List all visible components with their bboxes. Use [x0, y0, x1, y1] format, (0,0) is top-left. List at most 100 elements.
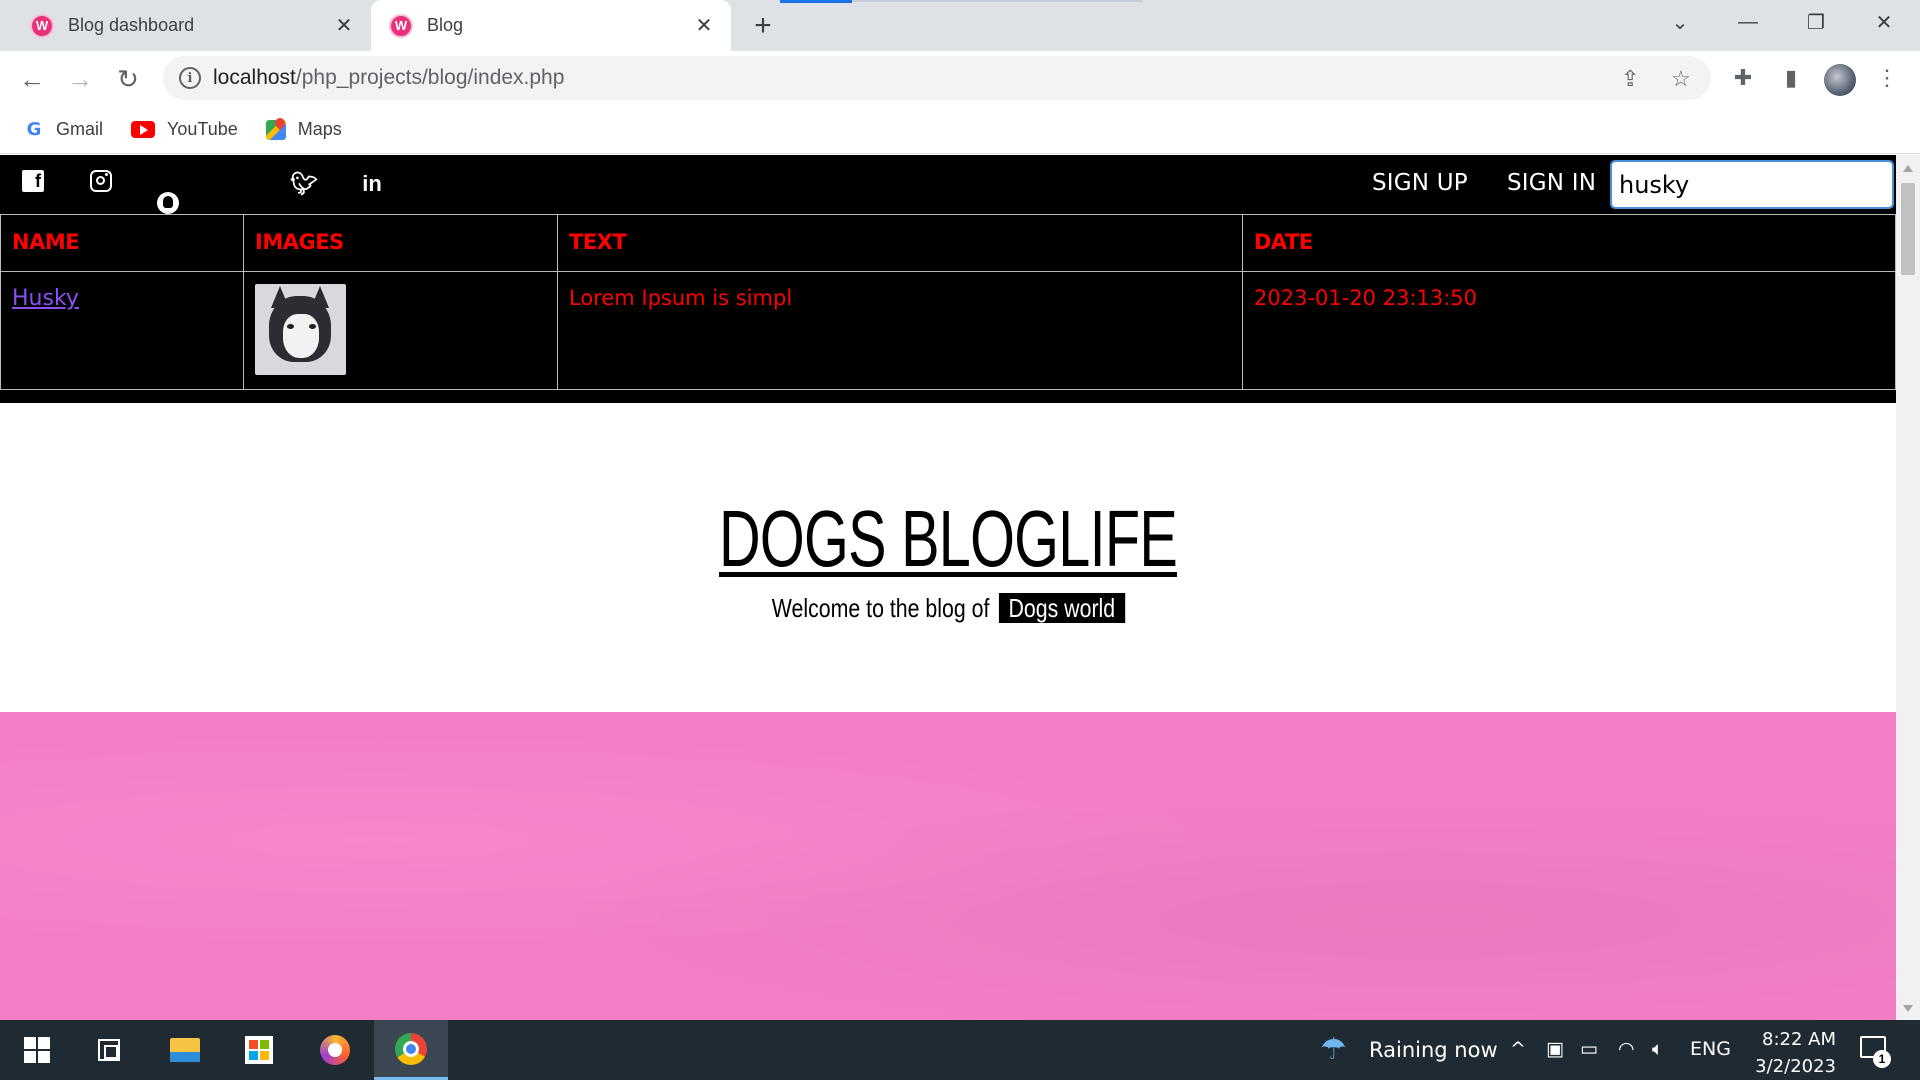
twitter-icon[interactable]: 🐦︎ — [290, 170, 318, 198]
windows-logo-icon — [24, 1037, 50, 1063]
restore-icon[interactable]: ❐ — [1786, 0, 1846, 44]
cell-image — [243, 271, 558, 390]
window-close-icon[interactable]: ✕ — [1854, 0, 1914, 44]
bookmark-label: YouTube — [167, 119, 238, 139]
profile-avatar[interactable] — [1824, 64, 1856, 96]
tab-blog-dashboard[interactable]: W Blog dashboard ✕ — [0, 0, 371, 51]
tab-blog[interactable]: W Blog ✕ — [371, 0, 731, 51]
url-host: localhost — [213, 66, 296, 89]
post-name-link[interactable]: Husky — [12, 286, 79, 311]
bookmark-maps[interactable]: Maps — [265, 119, 342, 140]
new-tab-plus-icon[interactable]: + — [748, 11, 778, 41]
chevron-up-icon[interactable]: ^ — [1510, 1038, 1526, 1060]
cell-date: 2023-01-20 23:13:50 — [1242, 271, 1896, 390]
scroll-up-arrow-icon[interactable] — [1903, 165, 1913, 172]
search-input[interactable] — [1610, 160, 1894, 209]
blog-title: DOGS BLOGLIFE — [0, 493, 1896, 585]
brave-button[interactable] — [298, 1020, 372, 1080]
start-button[interactable] — [0, 1020, 74, 1080]
folder-icon — [170, 1038, 200, 1062]
share-icon[interactable]: ⇪ — [1621, 66, 1639, 92]
clock[interactable]: 8:22 AM 3/2/2023 — [1740, 1026, 1836, 1080]
tab-search-chevron-icon[interactable]: ⌄ — [1650, 0, 1710, 44]
file-explorer-button[interactable] — [148, 1020, 222, 1080]
chrome-button[interactable] — [374, 1020, 448, 1080]
tagline-highlight: Dogs world — [998, 593, 1125, 623]
back-arrow-icon[interactable]: ← — [16, 63, 48, 95]
close-icon[interactable]: ✕ — [333, 15, 355, 37]
sign-up-link[interactable]: SIGN UP — [1372, 170, 1468, 196]
side-panel-icon[interactable]: ▮ — [1776, 65, 1806, 91]
tab-title: Blog — [427, 15, 464, 35]
task-view-icon — [98, 1039, 120, 1061]
close-icon[interactable]: ✕ — [693, 15, 715, 37]
husky-thumbnail — [255, 284, 346, 375]
extensions-puzzle-icon[interactable]: ✚ — [1728, 65, 1758, 91]
results-table: NAME IMAGES TEXT DATE Husky Lorem Ipsum … — [0, 214, 1896, 390]
task-view-button[interactable] — [72, 1020, 146, 1080]
bookmark-youtube[interactable]: YouTube — [131, 119, 238, 140]
sign-in-link[interactable]: SIGN IN — [1507, 170, 1596, 196]
umbrella-rain-icon[interactable]: ☂ — [1320, 1032, 1347, 1067]
bookmark-star-icon[interactable]: ☆ — [1671, 66, 1691, 92]
wamp-favicon-icon: W — [30, 13, 54, 38]
bookmark-label: Gmail — [56, 119, 104, 139]
instagram-icon[interactable] — [90, 170, 112, 192]
menu-dots-icon[interactable]: ⋮ — [1872, 65, 1902, 91]
scroll-thumb[interactable] — [1901, 183, 1915, 275]
store-icon — [245, 1036, 273, 1064]
column-header-images: IMAGES — [243, 214, 558, 272]
page-scrollbar[interactable] — [1896, 155, 1920, 1020]
browser-toolbar: ← → ↻ i localhost/php_projects/blog/inde… — [0, 51, 1920, 106]
address-bar[interactable]: i localhost/php_projects/blog/index.php … — [163, 56, 1711, 100]
google-icon: G — [26, 119, 42, 140]
tab-title: Blog dashboard — [68, 15, 195, 35]
site-navbar: f 🐦︎ in SIGN UP SIGN IN — [0, 155, 1896, 234]
blog-title-text[interactable]: DOGS BLOGLIFE — [719, 493, 1178, 585]
meet-now-icon[interactable]: ▣ — [1546, 1038, 1564, 1060]
tagline: Welcome to the blog of Dogs world — [0, 593, 1896, 624]
bookmark-label: Maps — [297, 119, 342, 139]
windows-taskbar: ☂ Raining now ^ ▣ ▭ ◠ 🔈︎ ENG 8:22 AM 3/2… — [0, 1020, 1920, 1080]
column-header-name: NAME — [0, 214, 244, 272]
facebook-icon[interactable]: f — [22, 170, 44, 192]
page-viewport: f 🐦︎ in SIGN UP SIGN IN NAME IMAGES TEXT… — [0, 155, 1896, 1020]
minimize-icon[interactable]: — — [1718, 0, 1778, 44]
reload-icon[interactable]: ↻ — [112, 63, 144, 95]
search-results: NAME IMAGES TEXT DATE Husky Lorem Ipsum … — [0, 214, 1896, 403]
tagline-prefix: Welcome to the blog of — [771, 593, 990, 623]
notification-badge: 1 — [1873, 1050, 1891, 1068]
scroll-down-arrow-icon[interactable] — [1903, 1005, 1913, 1012]
weather-text[interactable]: Raining now — [1369, 1038, 1498, 1062]
table-header-row: NAME IMAGES TEXT DATE — [0, 214, 1896, 272]
wamp-favicon-icon: W — [389, 13, 413, 38]
table-row: Husky Lorem Ipsum is simpl 2023-01-20 23… — [0, 271, 1896, 390]
bookmark-gmail[interactable]: G Gmail — [24, 119, 103, 140]
battery-icon[interactable]: ▭ — [1580, 1038, 1598, 1060]
volume-icon[interactable]: 🔈︎ — [1652, 1038, 1663, 1060]
youtube-icon — [131, 121, 156, 138]
loading-track — [852, 0, 1142, 2]
tab-strip: W Blog dashboard ✕ W Blog ✕ + ⌄ — ❐ ✕ — [0, 0, 1920, 51]
cell-name: Husky — [0, 271, 244, 390]
browser-app-icon — [320, 1035, 350, 1065]
clock-time: 8:22 AM — [1762, 1029, 1836, 1050]
chrome-icon — [395, 1032, 427, 1065]
site-info-icon[interactable]: i — [179, 67, 201, 89]
language-indicator[interactable]: ENG — [1690, 1038, 1731, 1060]
bookmarks-bar: G Gmail YouTube Maps — [0, 106, 1920, 154]
hero-section: DOGS BLOGLIFE Welcome to the blog of Dog… — [0, 403, 1896, 712]
loading-indicator — [780, 0, 852, 3]
column-header-date: DATE — [1242, 214, 1896, 272]
wifi-icon[interactable]: ◠ — [1618, 1038, 1635, 1060]
url-text[interactable]: localhost/php_projects/blog/index.php — [213, 66, 564, 90]
pink-banner-image — [0, 712, 1896, 1020]
maps-icon — [265, 119, 286, 140]
store-button[interactable] — [222, 1020, 296, 1080]
linkedin-icon[interactable]: in — [358, 170, 386, 198]
column-header-text: TEXT — [557, 214, 1243, 272]
snapchat-icon[interactable] — [157, 192, 179, 214]
cell-text: Lorem Ipsum is simpl — [557, 271, 1243, 390]
forward-arrow-icon[interactable]: → — [64, 63, 96, 95]
clock-date: 3/2/2023 — [1755, 1056, 1836, 1077]
